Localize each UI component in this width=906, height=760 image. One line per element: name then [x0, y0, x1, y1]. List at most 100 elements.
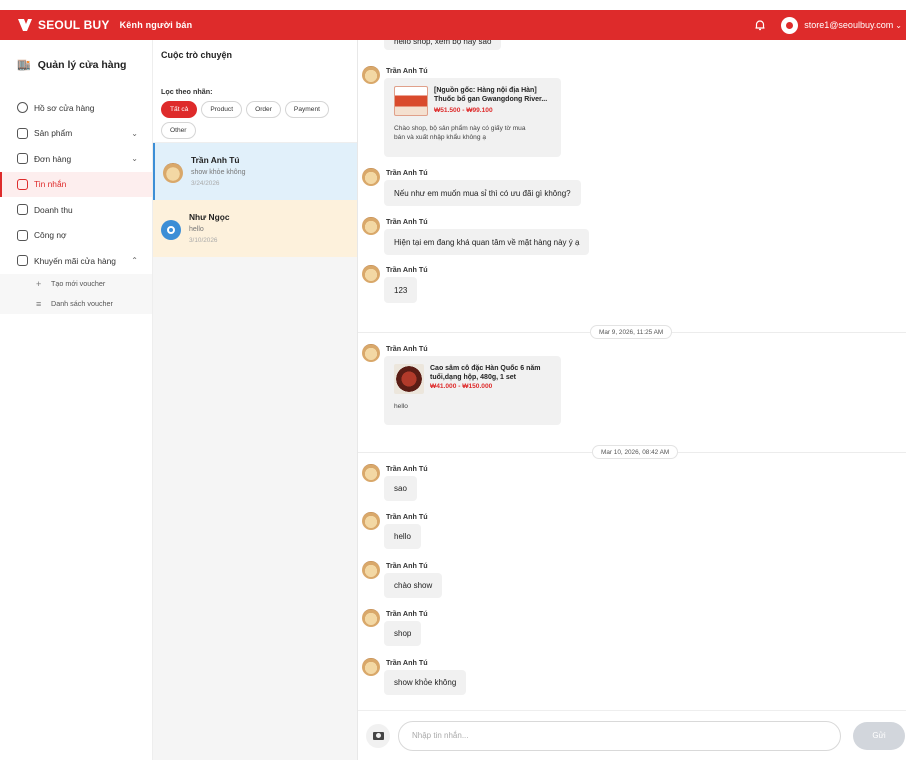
chevron-down-icon[interactable]: ⌄ — [895, 21, 902, 30]
date-separator-label: Mar 10, 2026, 08:42 AM — [592, 445, 679, 459]
promotions-submenu: + Tạo mới voucher ≡ Danh sách voucher — [0, 273, 152, 314]
chevron-down-icon[interactable]: ⌄ — [131, 129, 138, 138]
filter-chip-product[interactable]: Product — [201, 101, 243, 118]
user-icon — [167, 226, 175, 234]
filter-chip-payment[interactable]: Payment — [284, 101, 329, 118]
sidebar-item-promotions[interactable]: Khuyến mãi cửa hàng ⌃ — [0, 248, 152, 274]
conversation-item[interactable]: Trần Anh Tú show khỏe không 3/24/2026 — [153, 143, 357, 200]
message-bubble: Nếu như em muốn mua sỉ thì có ưu đãi gì … — [384, 180, 581, 206]
conversation-name: Như Ngọc — [189, 212, 230, 222]
message-sender: Trần Anh Tú — [386, 265, 428, 274]
sidebar-item-store-profile[interactable]: Hồ sơ cửa hàng — [0, 95, 152, 121]
message-text: hello — [394, 403, 408, 410]
avatar — [362, 344, 380, 362]
send-button[interactable]: Gửi — [853, 721, 905, 750]
conversation-panel-title: Cuộc trò chuyện — [161, 50, 233, 60]
filter-chip-order[interactable]: Order — [246, 101, 281, 118]
bell-icon[interactable] — [753, 18, 767, 32]
avatar — [362, 561, 380, 579]
avatar — [161, 220, 181, 240]
message-text: bán và xuất nhập khẩu không ạ — [394, 134, 487, 141]
sidebar-item-label: Tin nhắn — [34, 179, 67, 190]
sidebar-title: 🏬 Quản lý cửa hàng — [17, 58, 152, 72]
message-sender: Trần Anh Tú — [386, 66, 428, 75]
store-icon: 🏬 — [17, 59, 31, 71]
plus-icon: + — [36, 278, 42, 289]
chevron-up-icon[interactable]: ⌃ — [131, 256, 138, 265]
list-icon: ≡ — [36, 298, 42, 309]
store-profile-icon — [17, 102, 28, 114]
date-separator: Mar 9, 2026, 11:25 AM — [358, 325, 906, 339]
sidebar-item-orders[interactable]: Đơn hàng ⌄ — [0, 146, 152, 172]
sidebar-item-debt[interactable]: Công nợ — [0, 223, 152, 249]
conversation-item[interactable]: Như Ngọc hello 3/10/2026 — [153, 200, 357, 257]
brand[interactable]: SEOUL BUY Kênh người bán — [18, 18, 192, 32]
sidebar: 🏬 Quản lý cửa hàng Hồ sơ cửa hàng Sản ph… — [0, 40, 153, 760]
message-bubble: Hiện tại em đang khá quan tâm về mặt hàn… — [384, 229, 590, 255]
product-title: tuổi,dạng hộp, 480g, 1 set — [430, 374, 516, 381]
product-card[interactable]: [Nguồn gốc: Hàng nội địa Hàn] Thuốc bổ g… — [384, 78, 561, 157]
product-title: Cao sâm cô đặc Hàn Quốc 6 năm — [430, 365, 541, 372]
conversation-last-message: hello — [189, 226, 204, 233]
avatar — [362, 609, 380, 627]
conversation-last-message: show khỏe không — [191, 169, 246, 176]
date-separator: Mar 10, 2026, 08:42 AM — [358, 445, 906, 459]
product-image — [394, 364, 424, 394]
product-title: [Nguồn gốc: Hàng nội địa Hàn] — [434, 87, 537, 94]
sidebar-item-messages[interactable]: Tin nhắn — [0, 171, 152, 197]
message-sender: Trần Anh Tú — [386, 464, 428, 473]
date-separator-label: Mar 9, 2026, 11:25 AM — [590, 325, 673, 339]
filter-chip-all[interactable]: Tất cả — [161, 101, 198, 118]
sidebar-subitem-voucher-list[interactable]: ≡ Danh sách voucher — [0, 294, 152, 314]
cart-icon — [17, 153, 28, 165]
sidebar-subitem-create-voucher[interactable]: + Tạo mới voucher — [0, 274, 152, 294]
product-price: ₩41.000 - ₩150.000 — [430, 383, 493, 390]
message-bubble: chào show — [384, 573, 443, 598]
top-bar: SEOUL BUY Kênh người bán store1@seoulbuy… — [0, 10, 906, 40]
sidebar-item-label: Hồ sơ cửa hàng — [34, 102, 95, 113]
user-icon — [786, 21, 794, 29]
filter-chip-other[interactable]: Other — [161, 122, 196, 139]
sidebar-item-products[interactable]: Sản phẩm ⌄ — [0, 121, 152, 147]
chat-icon — [17, 178, 28, 190]
camera-button[interactable] — [366, 723, 390, 748]
avatar — [362, 512, 380, 530]
product-price: ₩51.500 - ₩99.100 — [434, 107, 493, 114]
sidebar-item-revenue[interactable]: Doanh thu — [0, 197, 152, 223]
chevron-down-icon[interactable]: ⌄ — [131, 154, 138, 163]
camera-icon — [372, 731, 384, 740]
sidebar-item-label: Khuyến mãi cửa hàng — [34, 255, 116, 266]
message-sender: Trần Anh Tú — [386, 609, 428, 618]
message-composer: Nhập tin nhắn... Gửi — [358, 710, 906, 760]
message-bubble-clipped: hello shop, xem bộ này sao — [384, 40, 502, 50]
sidebar-subitem-label: Danh sách voucher — [51, 299, 113, 308]
avatar — [362, 217, 380, 235]
product-image — [394, 86, 428, 116]
avatar — [362, 265, 380, 283]
chat-thread[interactable]: hello shop, xem bộ này sao Trần Anh Tú [… — [358, 40, 906, 710]
avatar — [362, 464, 380, 482]
avatar — [362, 66, 380, 84]
message-sender: Trần Anh Tú — [386, 512, 428, 521]
product-card[interactable]: Cao sâm cô đặc Hàn Quốc 6 năm tuổi,dạng … — [384, 356, 561, 425]
avatar — [362, 168, 380, 186]
brand-subtitle: Kênh người bán — [119, 20, 193, 30]
avatar — [362, 658, 380, 676]
seoulbuy-logo-icon — [18, 19, 32, 31]
message-sender: Trần Anh Tú — [386, 168, 428, 177]
conversation-date: 3/24/2026 — [191, 180, 220, 187]
message-bubble: sao — [384, 476, 417, 501]
user-email[interactable]: store1@seoulbuy.com — [804, 20, 893, 30]
sidebar-subitem-label: Tạo mới voucher — [51, 279, 106, 288]
box-icon — [17, 127, 28, 139]
user-avatar[interactable] — [781, 16, 799, 34]
message-bubble: show khỏe không — [384, 670, 467, 695]
sidebar-title-text: Quản lý cửa hàng — [37, 58, 127, 71]
message-sender: Trần Anh Tú — [386, 561, 428, 570]
brand-name: SEOUL BUY — [38, 18, 110, 32]
message-sender: Trần Anh Tú — [386, 658, 428, 667]
revenue-icon — [17, 204, 28, 216]
message-input[interactable]: Nhập tin nhắn... — [398, 720, 841, 751]
message-bubble: 123 — [384, 277, 418, 303]
sidebar-item-label: Doanh thu — [34, 204, 73, 215]
